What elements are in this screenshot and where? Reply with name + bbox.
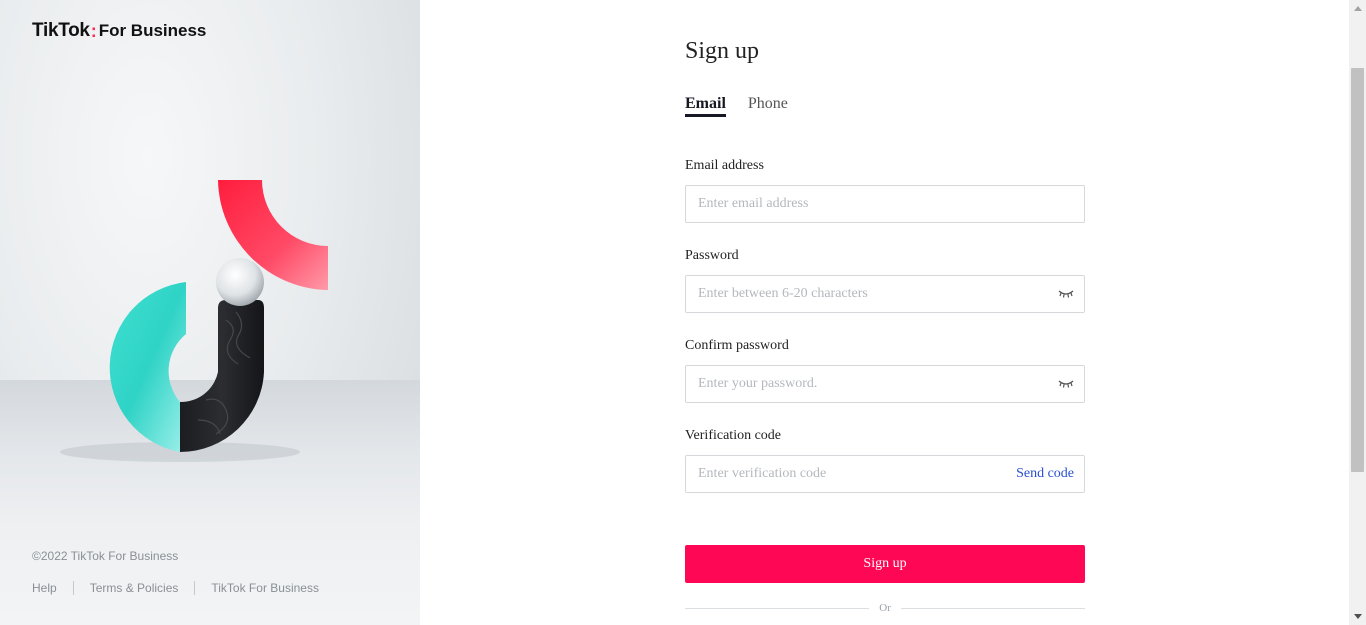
footer-divider xyxy=(194,581,196,595)
footer-divider xyxy=(72,581,74,595)
logo-subtitle: For Business xyxy=(98,21,207,40)
verification-code-label: Verification code xyxy=(685,428,782,443)
email-field-container xyxy=(685,185,1085,223)
copyright-text: ©2022 TikTok For Business xyxy=(32,549,179,563)
password-input[interactable] xyxy=(686,276,1058,312)
tiktok-sculpture-image xyxy=(60,180,328,462)
footer-link-help[interactable]: Help xyxy=(32,581,57,595)
logo-separator: : xyxy=(90,20,97,41)
tab-email[interactable]: Email xyxy=(685,95,726,117)
or-divider: Or xyxy=(685,600,1086,616)
verification-code-field-container: Send code xyxy=(685,455,1085,493)
divider-line xyxy=(900,607,1086,609)
email-input[interactable] xyxy=(686,186,1084,222)
footer-link-terms[interactable]: Terms & Policies xyxy=(90,581,179,595)
page-scrollbar[interactable] xyxy=(1349,0,1366,625)
tiktok-for-business-logo[interactable]: TikTok : For Business xyxy=(32,20,206,42)
signup-method-tabs: Email Phone xyxy=(685,95,810,117)
password-label: Password xyxy=(685,248,739,263)
scroll-up-arrow-icon[interactable] xyxy=(1349,0,1366,17)
send-code-button[interactable]: Send code xyxy=(1016,466,1074,482)
password-field-container xyxy=(685,275,1085,313)
logo-wordmark: TikTok xyxy=(32,20,90,41)
tab-phone[interactable]: Phone xyxy=(748,95,788,117)
eye-closed-icon[interactable] xyxy=(1058,289,1074,299)
signup-button[interactable]: Sign up xyxy=(685,545,1085,583)
email-label: Email address xyxy=(685,158,764,173)
scrollbar-thumb[interactable] xyxy=(1351,68,1364,472)
divider-line xyxy=(685,607,870,609)
confirm-password-label: Confirm password xyxy=(685,338,789,353)
scroll-down-arrow-icon[interactable] xyxy=(1349,608,1366,625)
verification-code-input[interactable] xyxy=(686,456,1017,492)
confirm-password-field-container xyxy=(685,365,1085,403)
hero-panel: TikTok : For Business ©2022 TikTok For B… xyxy=(0,0,420,625)
eye-closed-icon[interactable] xyxy=(1058,379,1074,389)
confirm-password-input[interactable] xyxy=(686,366,1058,402)
footer-links: Help Terms & Policies TikTok For Busines… xyxy=(32,581,319,595)
footer-link-tiktok-for-business[interactable]: TikTok For Business xyxy=(211,581,319,595)
or-text: Or xyxy=(879,602,891,614)
page-title: Sign up xyxy=(685,38,760,64)
